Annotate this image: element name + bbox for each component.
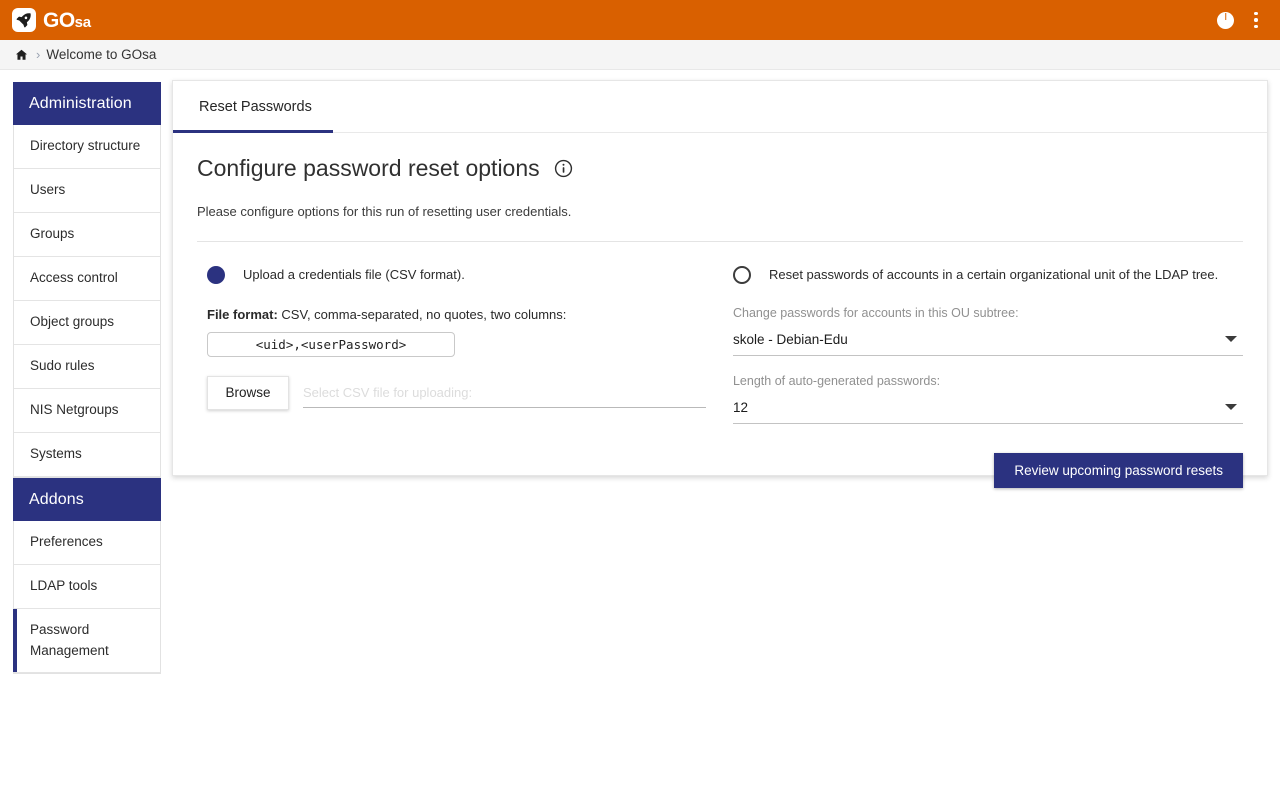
file-format-text: CSV, comma-separated, no quotes, two col… (281, 306, 567, 322)
password-length-value: 12 (732, 399, 749, 415)
sidebar-item-users[interactable]: Users (14, 169, 160, 214)
sidebar-item-label: Directory structure (30, 138, 141, 154)
password-length-select[interactable]: 12 (732, 395, 1243, 424)
sidebar-item-nis-netgroups[interactable]: NIS Netgroups (14, 388, 160, 433)
brand-sa: sa (74, 13, 91, 31)
ou-subtree-underline (732, 354, 1243, 356)
file-upload-row: Browse Select CSV file for uploading: (207, 375, 725, 410)
csv-file-placeholder: Select CSV file for uploading: (303, 385, 473, 401)
options-columns: Upload a credentials file (CSV format). … (197, 265, 1243, 489)
info-circle-icon[interactable] (554, 159, 573, 178)
sidebar-group-administration-title: Administration (13, 82, 161, 126)
sidebar-item-groups[interactable]: Groups (14, 213, 160, 257)
account-circle-icon[interactable] (1217, 11, 1234, 29)
review-password-resets-button[interactable]: Review upcoming password resets (994, 452, 1243, 489)
ou-subtree-label: Change passwords for accounts in this OU… (732, 305, 1019, 320)
option-ou-subtree: Reset passwords of accounts in a certain… (732, 265, 1243, 489)
sidebar-item-label: Groups (30, 226, 75, 242)
card-body: Configure password reset options Please … (173, 133, 1267, 489)
tab-label: Reset Passwords (199, 99, 312, 115)
breadcrumb-current: Welcome to GOsa (46, 47, 157, 62)
radio-selected-icon[interactable] (207, 265, 225, 284)
home-icon[interactable] (14, 48, 29, 62)
password-length-underline (732, 422, 1243, 424)
option-csv-upload: Upload a credentials file (CSV format). … (197, 265, 725, 489)
brand-wordmark: GO sa (43, 10, 91, 31)
section-divider (197, 240, 1243, 242)
ou-subtree-value: skole - Debian-Edu (732, 331, 848, 347)
sidebar-group-addons-title: Addons (13, 477, 161, 521)
tab-reset-passwords[interactable]: Reset Passwords (173, 81, 338, 133)
app-page: GO sa › Welcome to GOsa Administration Di… (0, 0, 1280, 800)
csv-file-underline (303, 406, 706, 408)
top-bar: GO sa (0, 0, 1280, 40)
radio-option-ou-label: Reset passwords of accounts in a certain… (768, 267, 1219, 283)
radio-option-ou[interactable]: Reset passwords of accounts in a certain… (732, 265, 1243, 284)
sidebar-item-directory-structure[interactable]: Directory structure (14, 125, 160, 170)
sidebar-item-label: Access control (30, 269, 118, 285)
sidebar-item-password-management[interactable]: Password Management (13, 608, 160, 674)
sidebar-item-label: Users (30, 182, 66, 198)
browse-button[interactable]: Browse (207, 375, 289, 410)
sidebar-item-preferences[interactable]: Preferences (14, 520, 160, 565)
sidebar-item-label: LDAP tools (30, 577, 98, 593)
brand-go: GO (43, 8, 75, 32)
radio-option-csv-label: Upload a credentials file (CSV format). (243, 267, 465, 283)
brand-logo[interactable]: GO sa (12, 8, 91, 32)
rocket-badge-icon (12, 8, 36, 32)
page-title-text: Configure password reset options (197, 155, 540, 181)
sidebar: Administration Directory structure Users… (13, 82, 161, 675)
tab-bar: Reset Passwords (173, 81, 1267, 133)
browse-button-label: Browse (225, 385, 271, 401)
radio-unselected-icon[interactable] (732, 265, 751, 284)
file-format-label: File format: (207, 306, 278, 322)
sidebar-item-label: NIS Netgroups (30, 401, 119, 417)
file-format-example: <uid>,<userPassword> (207, 331, 455, 357)
ou-subtree-select[interactable]: skole - Debian-Edu (732, 327, 1243, 356)
sidebar-item-systems[interactable]: Systems (14, 432, 160, 477)
more-vert-icon[interactable] (1248, 10, 1264, 31)
radio-option-csv[interactable]: Upload a credentials file (CSV format). (207, 265, 725, 284)
sidebar-item-sudo-rules[interactable]: Sudo rules (14, 344, 160, 389)
top-bar-actions (1217, 10, 1264, 31)
sidebar-group-administration-items: Directory structure Users Groups Access … (13, 125, 161, 478)
password-length-label: Length of auto-generated passwords: (732, 373, 941, 388)
csv-file-input[interactable]: Select CSV file for uploading: (303, 376, 725, 410)
page-subtitle: Please configure options for this run of… (197, 203, 572, 219)
sidebar-item-label: Password Management (30, 621, 109, 658)
sidebar-item-label: Preferences (30, 533, 103, 549)
chevron-down-icon[interactable] (1225, 404, 1237, 411)
breadcrumb: › Welcome to GOsa (0, 40, 1280, 70)
sidebar-group-addons-items: Preferences LDAP tools Password Manageme… (13, 520, 161, 675)
sidebar-item-object-groups[interactable]: Object groups (14, 300, 160, 345)
file-format-hint: File format: CSV, comma-separated, no qu… (207, 307, 725, 322)
sidebar-item-label: Sudo rules (30, 357, 95, 373)
submit-row: Review upcoming password resets (733, 452, 1243, 489)
sidebar-item-ldap-tools[interactable]: LDAP tools (14, 564, 160, 609)
tab-active-indicator (173, 130, 333, 133)
page-title: Configure password reset options (197, 155, 1243, 183)
sidebar-item-label: Systems (30, 445, 82, 461)
breadcrumb-separator: › (36, 47, 41, 62)
sidebar-item-label: Object groups (30, 313, 115, 329)
main-card: Reset Passwords Configure password reset… (172, 80, 1268, 489)
sidebar-item-access-control[interactable]: Access control (14, 256, 160, 301)
chevron-down-icon[interactable] (1225, 336, 1237, 343)
